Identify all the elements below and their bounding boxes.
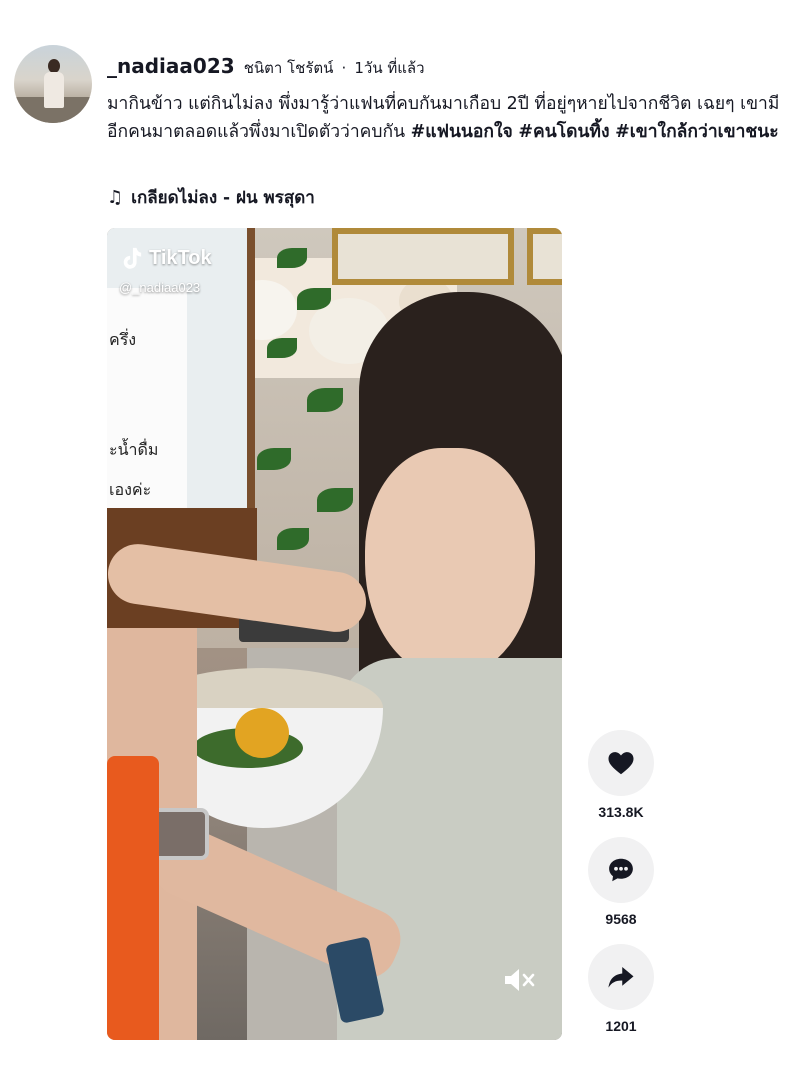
like-count: 313.8K bbox=[598, 804, 644, 820]
author-nickname[interactable]: ชนิตา โชรัตน์ bbox=[244, 59, 334, 77]
author-avatar[interactable] bbox=[14, 45, 92, 123]
hashtag-link[interactable]: #แฟนนอกใจ bbox=[411, 122, 513, 142]
video-scene-cup bbox=[107, 756, 159, 1040]
music-note-icon: ♫ bbox=[107, 187, 124, 208]
sign-text: ครึ่ง bbox=[109, 330, 137, 349]
author-username[interactable]: _nadiaa023 bbox=[107, 54, 235, 78]
post-header: _nadiaa023 ชนิตา โชรัตน์ · 1วัน ที่แล้ว bbox=[107, 54, 425, 80]
video-player[interactable]: ครึ่ง ะน้ำดื่ม เองค่ะ TikTok @_nadiaa023 bbox=[107, 228, 562, 1040]
post-time: 1วัน ที่แล้ว bbox=[354, 59, 425, 77]
comment-icon bbox=[609, 858, 633, 882]
post-caption: มากินข้าว แต่กินไม่ลง พึ่งมารู้ว่าแฟนที่… bbox=[107, 90, 797, 146]
tiktok-logo-icon bbox=[123, 247, 142, 269]
avatar-person bbox=[44, 59, 64, 119]
like-button[interactable] bbox=[588, 730, 654, 796]
like-action: 313.8K bbox=[588, 730, 654, 820]
heart-icon bbox=[608, 752, 634, 775]
share-action: 1201 bbox=[588, 944, 654, 1034]
sign-text: ะน้ำดื่ม bbox=[109, 440, 159, 459]
share-count: 1201 bbox=[605, 1018, 637, 1034]
video-scene-frame bbox=[332, 228, 514, 285]
comment-button[interactable] bbox=[588, 837, 654, 903]
music-title: เกลียดไม่ลง - ฝน พรสุดา bbox=[131, 188, 315, 208]
share-arrow-icon bbox=[608, 967, 634, 988]
video-scene-frame bbox=[527, 228, 562, 285]
hashtag-link[interactable]: #คนโดนทิ้ง bbox=[518, 122, 609, 142]
mute-icon[interactable] bbox=[503, 966, 537, 994]
share-button[interactable] bbox=[588, 944, 654, 1010]
hashtag-link[interactable]: #เขาใกล้กว่าเขาชนะ bbox=[615, 122, 779, 142]
comment-action: 9568 bbox=[588, 837, 654, 927]
watermark-handle: @_nadiaa023 bbox=[119, 280, 201, 295]
video-scene-face bbox=[365, 448, 535, 678]
separator-dot: · bbox=[341, 59, 347, 77]
tiktok-brand-text: TikTok bbox=[149, 246, 212, 269]
comment-count: 9568 bbox=[605, 911, 637, 927]
sign-text: เองค่ะ bbox=[109, 480, 152, 499]
music-link[interactable]: ♫ เกลียดไม่ลง - ฝน พรสุดา bbox=[107, 184, 315, 211]
video-scene-sign: ครึ่ง ะน้ำดื่ม เองค่ะ bbox=[107, 288, 187, 528]
tiktok-watermark: TikTok bbox=[121, 246, 212, 270]
